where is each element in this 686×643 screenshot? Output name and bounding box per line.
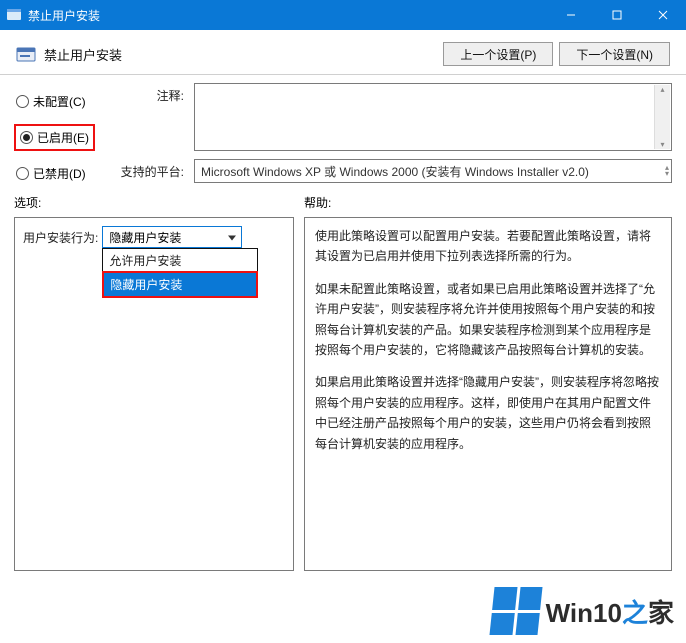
- next-setting-button[interactable]: 下一个设置(N): [559, 42, 670, 66]
- radio-enabled[interactable]: 已启用(E): [14, 124, 95, 151]
- policy-icon: [16, 45, 36, 63]
- dropdown-item-hide[interactable]: 隐藏用户安装: [104, 273, 256, 296]
- comment-label: 注释:: [118, 83, 184, 104]
- header-row: 禁止用户安装 上一个设置(P) 下一个设置(N): [0, 30, 686, 74]
- radio-icon: [20, 131, 33, 144]
- watermark-part: 之: [622, 598, 648, 628]
- watermark-part: Win10: [546, 598, 622, 628]
- config-area: 未配置(C) 已启用(E) 已禁用(D) 注释: ▴▾ 支持的平台: Micro…: [0, 81, 686, 190]
- state-radio-group: 未配置(C) 已启用(E) 已禁用(D): [14, 83, 106, 184]
- behavior-dropdown: 允许用户安装 隐藏用户安装: [102, 248, 258, 298]
- supported-platforms-box: Microsoft Windows XP 或 Windows 2000 (安装有…: [194, 159, 672, 183]
- supported-value: Microsoft Windows XP 或 Windows 2000 (安装有…: [201, 163, 589, 180]
- radio-icon: [16, 95, 29, 108]
- radio-label: 未配置(C): [33, 93, 86, 110]
- radio-label: 已启用(E): [37, 129, 89, 146]
- help-paragraph: 如果启用此策略设置并选择“隐藏用户安装”，则安装程序将忽略按照每个用户安装的应用…: [315, 372, 661, 454]
- behavior-combobox[interactable]: 隐藏用户安装: [102, 226, 242, 248]
- comment-row: 注释: ▴▾: [118, 83, 672, 151]
- window-controls: [548, 0, 686, 30]
- supported-row: 支持的平台: Microsoft Windows XP 或 Windows 20…: [118, 159, 672, 183]
- maximize-button[interactable]: [594, 0, 640, 30]
- scrollbar-icon[interactable]: ▴▾: [654, 85, 670, 149]
- app-icon: [6, 7, 22, 23]
- window-titlebar: 禁止用户安装: [0, 0, 686, 30]
- fields-column: 注释: ▴▾ 支持的平台: Microsoft Windows XP 或 Win…: [118, 83, 672, 184]
- help-paragraph: 如果未配置此策略设置，或者如果已启用此策略设置并选择了“允许用户安装”，则安装程…: [315, 279, 661, 361]
- comment-textarea[interactable]: ▴▾: [194, 83, 672, 151]
- options-panel: 用户安装行为: 隐藏用户安装 允许用户安装 隐藏用户安装: [14, 217, 294, 571]
- radio-not-configured[interactable]: 未配置(C): [14, 91, 106, 112]
- prev-setting-button[interactable]: 上一个设置(P): [443, 42, 553, 66]
- radio-icon: [16, 167, 29, 180]
- spinner-icon: ▴▾: [665, 165, 669, 177]
- dropdown-highlight: 隐藏用户安装: [102, 271, 258, 298]
- watermark-text: Win10之家: [546, 593, 674, 630]
- radio-label: 已禁用(D): [33, 165, 86, 182]
- watermark-part: 家: [648, 598, 674, 628]
- minimize-button[interactable]: [548, 0, 594, 30]
- divider: [0, 74, 686, 75]
- behavior-row: 用户安装行为: 隐藏用户安装 允许用户安装 隐藏用户安装: [15, 218, 293, 248]
- policy-title: 禁止用户安装: [44, 45, 437, 64]
- watermark: Win10之家: [492, 587, 674, 635]
- dropdown-item-allow[interactable]: 允许用户安装: [103, 249, 257, 272]
- behavior-combo-wrap: 隐藏用户安装 允许用户安装 隐藏用户安装: [102, 226, 242, 248]
- section-labels: 选项: 帮助:: [0, 190, 686, 217]
- options-section-label: 选项:: [14, 194, 304, 211]
- close-button[interactable]: [640, 0, 686, 30]
- window-title: 禁止用户安装: [28, 7, 548, 24]
- help-section-label: 帮助:: [304, 194, 672, 211]
- supported-label: 支持的平台:: [118, 159, 184, 180]
- help-panel: 使用此策略设置可以配置用户安装。若要配置此策略设置，请将其设置为已启用并使用下拉…: [304, 217, 672, 571]
- lower-panels: 用户安装行为: 隐藏用户安装 允许用户安装 隐藏用户安装 使用此策略设置可以配置…: [0, 217, 686, 575]
- windows-logo-icon: [489, 587, 542, 635]
- combo-selected-text: 隐藏用户安装: [109, 229, 181, 246]
- radio-disabled[interactable]: 已禁用(D): [14, 163, 106, 184]
- behavior-label: 用户安装行为:: [23, 229, 98, 246]
- help-paragraph: 使用此策略设置可以配置用户安装。若要配置此策略设置，请将其设置为已启用并使用下拉…: [315, 226, 661, 267]
